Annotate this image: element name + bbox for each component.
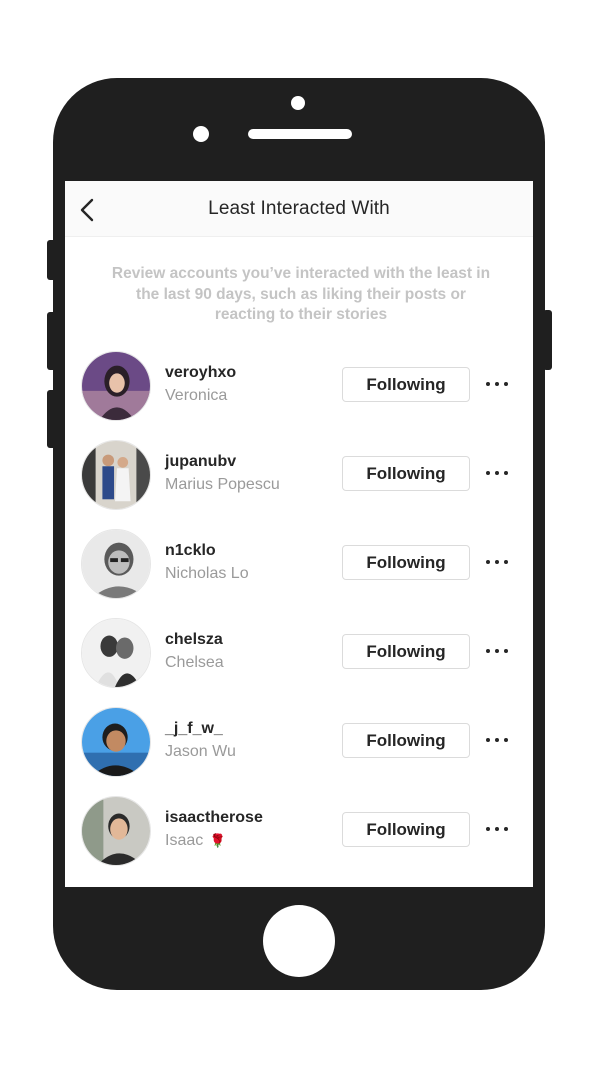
avatar[interactable] [81,351,151,421]
username[interactable]: veroyhxo [165,364,236,382]
username[interactable]: isaactherose [165,809,263,827]
nav-bar: Least Interacted With [65,181,533,237]
more-horizontal-icon[interactable] [483,460,511,486]
full-name: Marius Popescu [165,476,280,493]
avatar[interactable] [81,440,151,510]
following-button[interactable]: Following [342,723,470,758]
full-name-text: Isaac [165,832,204,849]
account-row: chelsza Chelsea Following [65,618,533,707]
more-horizontal-icon[interactable] [483,638,511,664]
full-name: Veronica [165,387,228,404]
page-title: Least Interacted With [208,198,390,219]
account-row: n1cklo Nicholas Lo Following [65,529,533,618]
front-camera [291,96,305,110]
full-name: Isaac 🌹 [165,832,226,850]
account-row: _j_f_w_ Jason Wu Following [65,707,533,796]
following-button[interactable]: Following [342,545,470,580]
full-name: Chelsea [165,654,224,671]
more-horizontal-icon[interactable] [483,816,511,842]
following-button[interactable]: Following [342,367,470,402]
proximity-sensor [193,126,209,142]
more-horizontal-icon[interactable] [483,727,511,753]
page: Least Interacted With Review accounts yo… [0,0,600,1068]
following-button[interactable]: Following [342,812,470,847]
account-row: veroyhxo Veronica Following [65,351,533,440]
username[interactable]: chelsza [165,631,223,649]
home-button[interactable] [263,905,335,977]
account-row: isaactherose Isaac 🌹 Following [65,796,533,885]
more-horizontal-icon[interactable] [483,371,511,397]
avatar[interactable] [81,707,151,777]
description-text: Review accounts you’ve interacted with t… [111,265,491,323]
username[interactable]: jupanubv [165,453,236,471]
following-button[interactable]: Following [342,634,470,669]
following-button[interactable]: Following [342,456,470,491]
username[interactable]: n1cklo [165,542,216,560]
account-row: jupanubv Marius Popescu Following [65,440,533,529]
earpiece-speaker [248,129,352,139]
more-horizontal-icon[interactable] [483,549,511,575]
rose-icon: 🌹 [209,833,226,848]
username[interactable]: _j_f_w_ [165,720,223,738]
app-screen: Least Interacted With Review accounts yo… [65,181,533,887]
avatar[interactable] [81,796,151,866]
full-name: Nicholas Lo [165,565,249,582]
avatar[interactable] [81,618,151,688]
full-name: Jason Wu [165,743,236,760]
avatar[interactable] [81,529,151,599]
